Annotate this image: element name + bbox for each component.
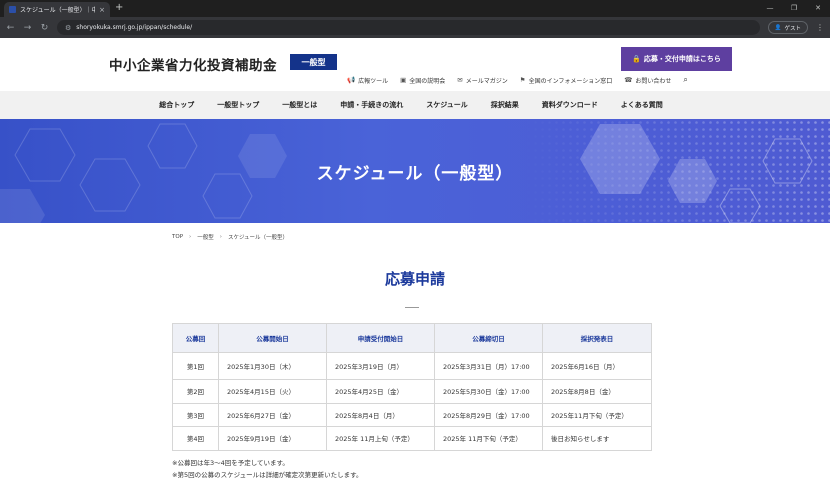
nav-item-general-top[interactable]: 一般型トップ: [206, 100, 271, 110]
column-header: 公募締切日: [434, 323, 543, 353]
util-link-briefings[interactable]: ▣ 全国の説明会: [400, 75, 445, 85]
column-header: 公募回: [172, 323, 219, 353]
apply-button[interactable]: 🔒 応募・交付申請はこちら: [621, 47, 732, 71]
minimize-icon[interactable]: —: [758, 0, 782, 16]
section-title: 応募申請: [384, 270, 445, 288]
browser-tab[interactable]: スケジュール（一般型）｜中小企 ×: [4, 2, 110, 17]
column-header: 採択発表日: [542, 323, 652, 353]
column-header: 申請受付開始日: [326, 323, 435, 353]
site-info-icon[interactable]: ⚙: [65, 24, 71, 32]
breadcrumb-general[interactable]: 一般型: [197, 233, 214, 241]
close-tab-icon[interactable]: ×: [99, 6, 105, 14]
nav-item-results[interactable]: 採択結果: [479, 100, 530, 110]
table-cell: 2025年 11月下旬（予定）: [434, 426, 543, 451]
presentation-icon: ▣: [400, 76, 407, 84]
megaphone-icon: 📢: [347, 76, 356, 84]
util-link-mail-magazine[interactable]: ✉ メールマガジン: [457, 75, 507, 85]
chevron-right-icon: ›: [189, 234, 192, 240]
table-cell: 2025年4月15日（火）: [218, 379, 327, 404]
schedule-table: 公募回 公募開始日 申請受付開始日 公募締切日 採択発表日 第1回 2025年1…: [172, 323, 652, 451]
table-cell: 2025年3月31日（月）17:00: [434, 352, 543, 380]
lock-icon: 🔒: [632, 55, 641, 63]
reload-icon[interactable]: ↻: [40, 23, 49, 33]
forward-icon[interactable]: →: [23, 23, 32, 33]
guest-label: ゲスト: [784, 25, 801, 32]
map-pin-icon: ⚑: [519, 76, 526, 84]
maximize-icon[interactable]: ❐: [782, 0, 806, 16]
nav-item-process[interactable]: 申請・手続きの流れ: [329, 100, 415, 110]
phone-icon: ☎: [624, 76, 633, 84]
window-controls: — ❐ ✕: [758, 0, 830, 16]
mail-icon: ✉: [457, 76, 463, 84]
new-tab-icon[interactable]: +: [115, 2, 123, 14]
site-header: 中小企業省力化投資補助金 一般型 🔒 応募・交付申請はこちら 📢 広報ツール ▣…: [0, 38, 830, 91]
type-badge: 一般型: [290, 54, 337, 70]
browser-menu-icon[interactable]: ⋮: [816, 23, 824, 32]
util-link-contact[interactable]: ☎ お問い合わせ: [624, 75, 671, 85]
util-link-label: 全国のインフォメーション窓口: [528, 77, 613, 85]
table-row: 第2回 2025年4月15日（火） 2025年4月25日（金） 2025年5月3…: [172, 379, 652, 404]
hero-title: スケジュール（一般型）: [316, 164, 514, 184]
table-cell: 2025年8月8日（金）: [542, 379, 652, 404]
table-cell: 2025年6月16日（月）: [542, 352, 652, 380]
close-window-icon[interactable]: ✕: [806, 0, 830, 16]
url-text: shoryokuka.smrj.go.jp/ippan/schedule/: [76, 24, 193, 31]
nav-item-overall-top[interactable]: 総合トップ: [148, 100, 206, 110]
table-cell: 後日お知らせします: [542, 426, 652, 451]
tab-title: スケジュール（一般型）｜中小企: [20, 7, 96, 14]
back-icon[interactable]: ←: [6, 23, 15, 33]
util-link-label: お問い合わせ: [635, 77, 672, 85]
column-header: 公募開始日: [218, 323, 327, 353]
util-link-info-desk[interactable]: ⚑ 全国のインフォメーション窓口: [520, 75, 613, 85]
table-cell: 2025年3月19日（月）: [326, 352, 435, 380]
browser-tabbar: スケジュール（一般型）｜中小企 × + — ❐ ✕: [0, 0, 830, 17]
table-cell: 2025年6月27日（金）: [218, 402, 327, 427]
hero-banner: スケジュール（一般型）: [0, 119, 830, 223]
site-title[interactable]: 中小企業省力化投資補助金: [109, 54, 277, 74]
util-link-label: 全国の説明会: [409, 77, 446, 85]
table-cell: 2025年8月29日（金）17:00: [434, 402, 543, 427]
note-line: ※公募回は年3～4回を予定しています。: [172, 459, 289, 467]
search-icon[interactable]: ⌕: [683, 75, 687, 85]
table-row: 第1回 2025年1月30日（木） 2025年3月19日（月） 2025年3月3…: [172, 352, 652, 380]
nav-item-faq[interactable]: よくある質問: [609, 100, 674, 110]
nav-item-downloads[interactable]: 資料ダウンロード: [530, 100, 609, 110]
table-row: 第4回 2025年9月19日（金） 2025年 11月上旬（予定） 2025年 …: [172, 426, 652, 451]
breadcrumb-top[interactable]: TOP: [172, 234, 183, 240]
table-cell: 第1回: [172, 352, 219, 380]
site-favicon-icon: [9, 6, 16, 13]
breadcrumb: TOP › 一般型 › スケジュール（一般型）: [172, 233, 288, 241]
note-line: ※第5回の公募のスケジュールは詳細が確定次第更新いたします。: [172, 471, 363, 479]
utility-links: 📢 広報ツール ▣ 全国の説明会 ✉ メールマガジン ⚑ 全国のインフォメーショ…: [347, 75, 688, 85]
table-cell: 第3回: [172, 402, 219, 427]
table-cell: 第2回: [172, 379, 219, 404]
browser-toolbar: ← → ↻ ⚙ shoryokuka.smrj.go.jp/ippan/sche…: [0, 17, 830, 38]
table-cell: 2025年4月25日（金）: [326, 379, 435, 404]
profile-icon: 👤: [774, 24, 782, 31]
util-link-label: 広報ツール: [358, 77, 389, 85]
table-cell: 2025年9月19日（金）: [218, 426, 327, 451]
table-cell: 2025年1月30日（木）: [218, 352, 327, 380]
table-row: 第3回 2025年6月27日（金） 2025年8月4日（月） 2025年8月29…: [172, 402, 652, 427]
address-bar[interactable]: ⚙ shoryokuka.smrj.go.jp/ippan/schedule/: [57, 20, 760, 35]
table-cell: 2025年 11月上旬（予定）: [326, 426, 435, 451]
chevron-right-icon: ›: [219, 234, 222, 240]
nav-item-schedule[interactable]: スケジュール: [415, 100, 480, 110]
table-cell: 2025年8月4日（月）: [326, 402, 435, 427]
util-link-pr-tools[interactable]: 📢 広報ツール: [347, 75, 388, 85]
global-nav: 総合トップ 一般型トップ 一般型とは 申請・手続きの流れ スケジュール 採択結果…: [0, 91, 830, 119]
apply-button-label: 応募・交付申請はこちら: [643, 55, 721, 63]
table-cell: 2025年11月下旬（予定）: [542, 402, 652, 427]
nav-item-about[interactable]: 一般型とは: [271, 100, 329, 110]
breadcrumb-current: スケジュール（一般型）: [227, 235, 289, 241]
table-cell: 第4回: [172, 426, 219, 451]
table-cell: 2025年5月30日（金）17:00: [434, 379, 543, 404]
table-header-row: 公募回 公募開始日 申請受付開始日 公募締切日 採択発表日: [172, 323, 652, 353]
section-divider: [405, 307, 419, 308]
schedule-notes: ※公募回は年3～4回を予定しています。 ※第5回の公募のスケジュールは詳細が確定…: [172, 457, 362, 481]
guest-profile-button[interactable]: 👤 ゲスト: [767, 21, 808, 34]
util-link-label: メールマガジン: [465, 77, 508, 85]
